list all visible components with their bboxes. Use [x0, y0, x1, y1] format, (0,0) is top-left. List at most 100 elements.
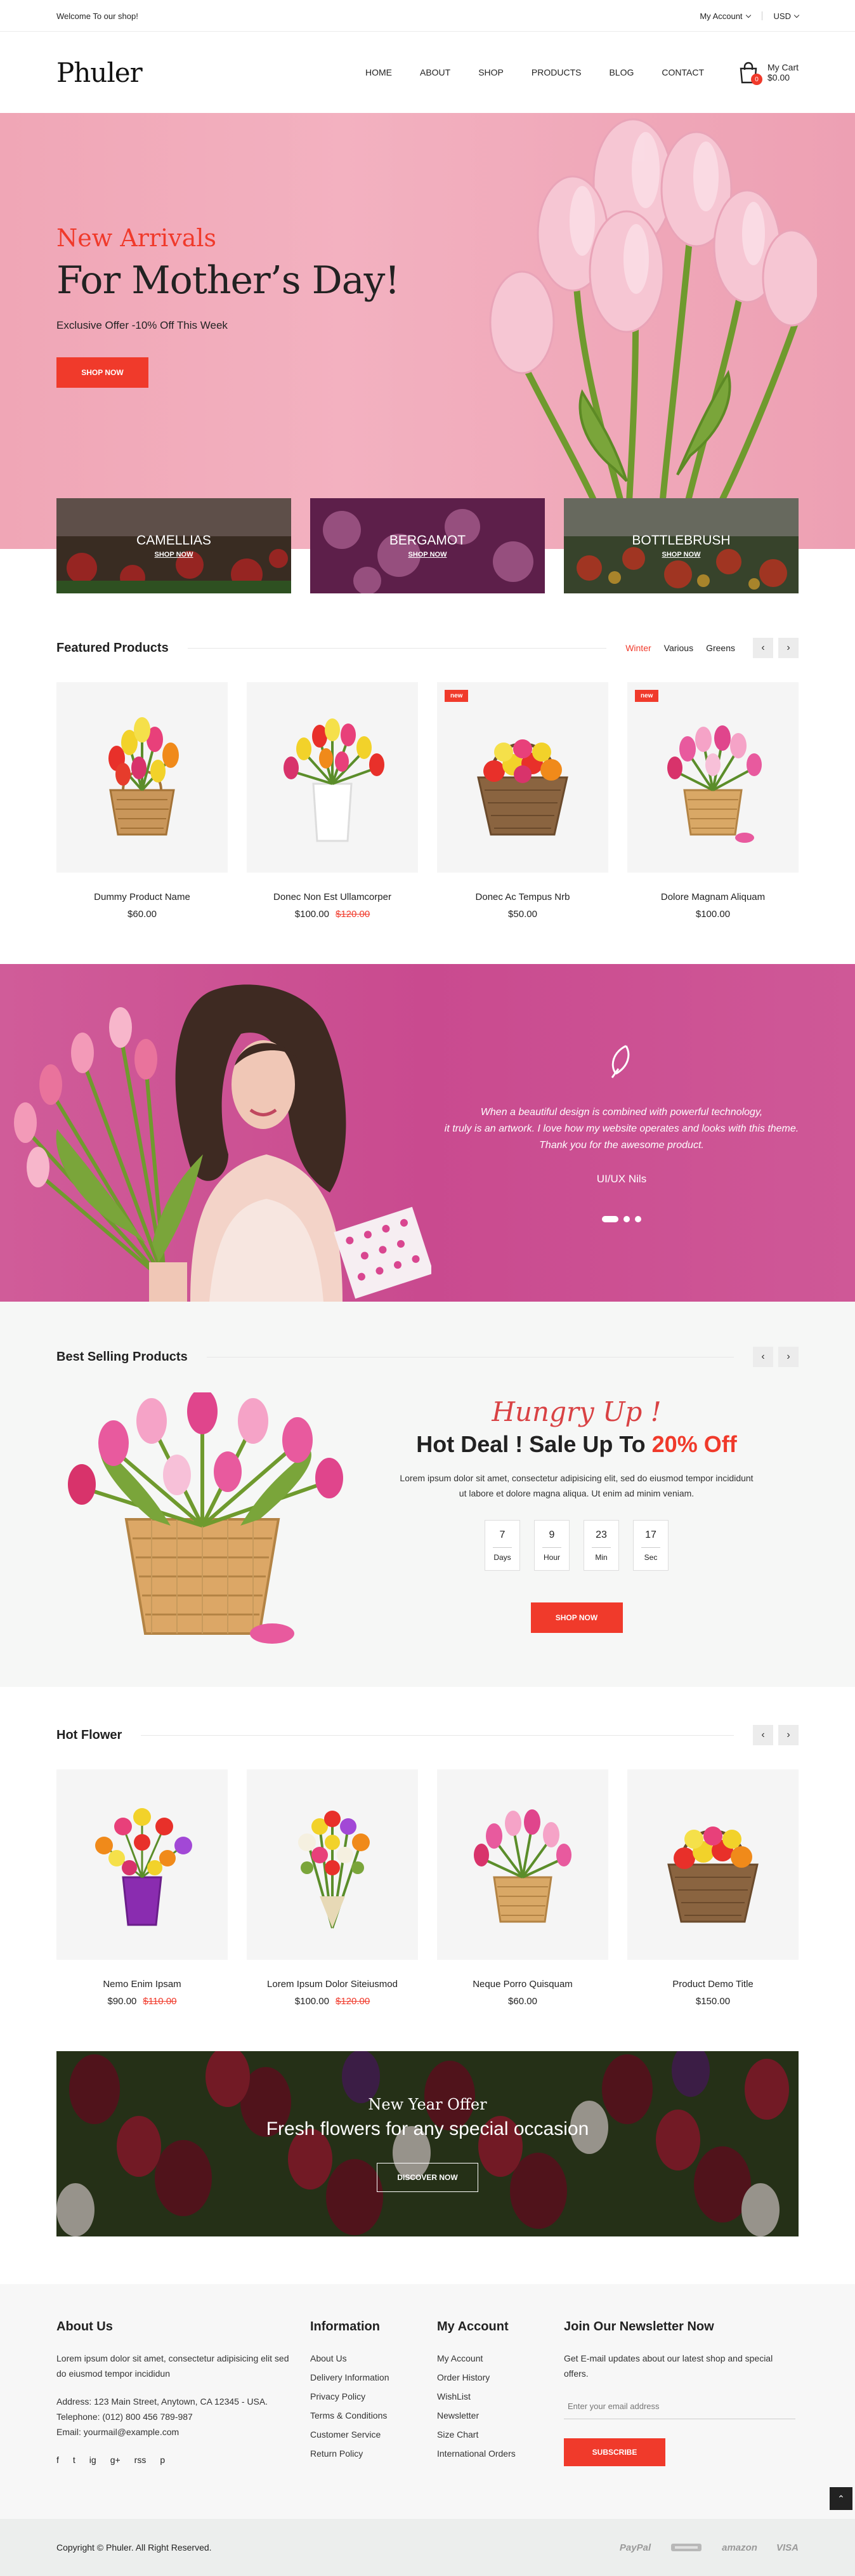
scroll-to-top-icon[interactable]: ⌃ [830, 2487, 852, 2510]
account-links: My Account Order History WishList Newsle… [437, 2347, 564, 2465]
nav-contact[interactable]: CONTACT [662, 67, 704, 77]
product-name[interactable]: Lorem Ipsum Dolor Siteiusmod [247, 1979, 418, 1990]
rss-icon[interactable]: rss [134, 2455, 147, 2465]
product-card[interactable]: Nemo Enim Ipsam $90.00 $110.00 [56, 1769, 228, 2007]
topbar-right: My Account USD [700, 11, 800, 21]
category-bergamot[interactable]: BERGAMOT SHOP NOW [310, 498, 545, 593]
mini-cart[interactable]: 0 My Cart $0.00 [736, 60, 799, 85]
product-old-price: $120.00 [336, 909, 370, 920]
category-bottlebrush[interactable]: BOTTLEBRUSH SHOP NOW [564, 498, 799, 593]
prev-arrow-icon[interactable]: ‹ [753, 1725, 773, 1745]
footer-information: Information About Us Delivery Informatio… [310, 2320, 437, 2466]
product-name[interactable]: Neque Porro Quisquam [437, 1979, 608, 1990]
product-image[interactable] [56, 682, 228, 873]
hero-shop-now-button[interactable]: SHOP NOW [56, 357, 148, 388]
tulip-basket-image[interactable] [56, 1392, 355, 1646]
product-image[interactable] [56, 1769, 228, 1960]
footer-heading: About Us [56, 2320, 113, 2334]
product-image[interactable] [247, 682, 418, 873]
product-name[interactable]: Donec Ac Tempus Nrb [437, 892, 608, 902]
footer-about: About Us Lorem ipsum dolor sit amet, con… [56, 2320, 310, 2466]
product-card[interactable]: Lorem Ipsum Dolor Siteiusmod $100.00 $120… [247, 1769, 418, 2007]
tab-winter[interactable]: Winter [625, 643, 651, 653]
product-card[interactable]: Neque Porro Quisquam $60.00 [437, 1769, 608, 2007]
social-links: f t ig g+ rss p [56, 2455, 310, 2465]
product-card[interactable]: new Donec Ac Tempus Nrb $50.00 [437, 682, 608, 920]
account-dropdown[interactable]: My Account [700, 11, 751, 21]
quote-line: When a beautiful design is combined with… [480, 1107, 763, 1118]
new-year-kicker: New Year Offer [368, 2096, 487, 2113]
product-name[interactable]: Nemo Enim Ipsam [56, 1979, 228, 1990]
product-price-row: $90.00 $110.00 [56, 1996, 228, 2007]
footer-link[interactable]: International Orders [437, 2442, 564, 2465]
category-shop-link[interactable]: SHOP NOW [662, 551, 701, 558]
feather-icon [611, 1045, 630, 1078]
product-name[interactable]: Dummy Product Name [56, 892, 228, 902]
newsletter-email-input[interactable] [564, 2394, 795, 2419]
product-name[interactable]: Product Demo Title [627, 1979, 799, 1990]
flower-basket-image [477, 739, 568, 836]
facebook-icon[interactable]: f [56, 2455, 59, 2465]
category-shop-link[interactable]: SHOP NOW [155, 551, 193, 558]
prev-arrow-icon[interactable]: ‹ [753, 638, 773, 658]
slider-dot[interactable] [635, 1216, 641, 1222]
category-name: BOTTLEBRUSH [632, 533, 731, 548]
featured-products-section: Featured Products Winter Various Greens … [56, 638, 799, 920]
new-year-title: Fresh flowers for any special occasion [266, 2118, 589, 2139]
divider [641, 1547, 660, 1548]
pinterest-icon[interactable]: p [160, 2455, 165, 2465]
featured-header: Featured Products Winter Various Greens … [56, 638, 799, 658]
countdown-days: 7 Days [485, 1520, 520, 1571]
google-plus-icon[interactable]: g+ [110, 2455, 121, 2465]
chevron-down-icon [745, 12, 751, 18]
product-name[interactable]: Dolore Magnam Aliquam [627, 892, 799, 902]
slider-dot[interactable] [623, 1216, 630, 1222]
subscribe-button[interactable]: SUBSCRIBE [564, 2438, 665, 2466]
product-price: $60.00 [508, 1996, 537, 2007]
currency-dropdown[interactable]: USD [773, 11, 800, 21]
copyright-bar: Copyright © Phuler. All Right Reserved. … [0, 2519, 855, 2576]
instagram-icon[interactable]: ig [89, 2455, 96, 2465]
countdown-value: 7 [499, 1529, 506, 1540]
tab-various[interactable]: Various [664, 643, 693, 653]
tab-greens[interactable]: Greens [706, 643, 735, 653]
discover-now-button[interactable]: DISCOVER NOW [377, 2163, 478, 2192]
category-shop-link[interactable]: SHOP NOW [408, 551, 447, 558]
nav-home[interactable]: HOME [365, 67, 392, 77]
hot-flower-section: Hot Flower ‹ › Nemo Enim Ipsam $90.00 $11… [56, 1725, 799, 2236]
nav-blog[interactable]: BLOG [609, 67, 634, 77]
hot-flower-header: Hot Flower ‹ › [56, 1725, 799, 1745]
twitter-icon[interactable]: t [73, 2455, 75, 2465]
deal-shop-now-button[interactable]: SHOP NOW [530, 1602, 623, 1633]
countdown-hours: 9 Hour [534, 1520, 570, 1571]
product-image[interactable] [247, 1769, 418, 1960]
category-name: BERGAMOT [389, 533, 466, 548]
section-title: Best Selling Products [56, 1349, 188, 1364]
category-camellias[interactable]: CAMELLIAS SHOP NOW [56, 498, 291, 593]
logo[interactable]: Phuler [56, 57, 143, 88]
nav-products[interactable]: PRODUCTS [532, 67, 582, 77]
currency-label: USD [773, 11, 791, 21]
product-card[interactable]: Donec Non Est Ullamcorper $100.00 $120.00 [247, 682, 418, 920]
next-arrow-icon[interactable]: › [778, 1347, 799, 1367]
product-card[interactable]: Dummy Product Name $60.00 [56, 682, 228, 920]
next-arrow-icon[interactable]: › [778, 638, 799, 658]
prev-arrow-icon[interactable]: ‹ [753, 1347, 773, 1367]
next-arrow-icon[interactable]: › [778, 1725, 799, 1745]
product-card[interactable]: Product Demo Title $150.00 [627, 1769, 799, 2007]
product-price: $150.00 [695, 1996, 731, 2007]
footer-heading: My Account [437, 2320, 509, 2334]
copyright-text: Copyright © Phuler. All Right Reserved. [56, 2542, 212, 2553]
countdown-value: 9 [549, 1529, 555, 1540]
product-image[interactable] [627, 1769, 799, 1960]
product-name[interactable]: Donec Non Est Ullamcorper [247, 892, 418, 902]
product-image[interactable] [437, 1769, 608, 1960]
countdown-value: 17 [645, 1529, 656, 1540]
deal-description-line: ut labore et dolore magna aliqua. Ut eni… [459, 1488, 695, 1498]
nav-shop[interactable]: SHOP [478, 67, 504, 77]
product-image[interactable]: new [627, 682, 799, 873]
nav-about[interactable]: ABOUT [420, 67, 450, 77]
product-card[interactable]: new Dolore Magnam Aliquam $100.00 [627, 682, 799, 920]
product-image[interactable]: new [437, 682, 608, 873]
slider-dot[interactable] [602, 1216, 618, 1222]
